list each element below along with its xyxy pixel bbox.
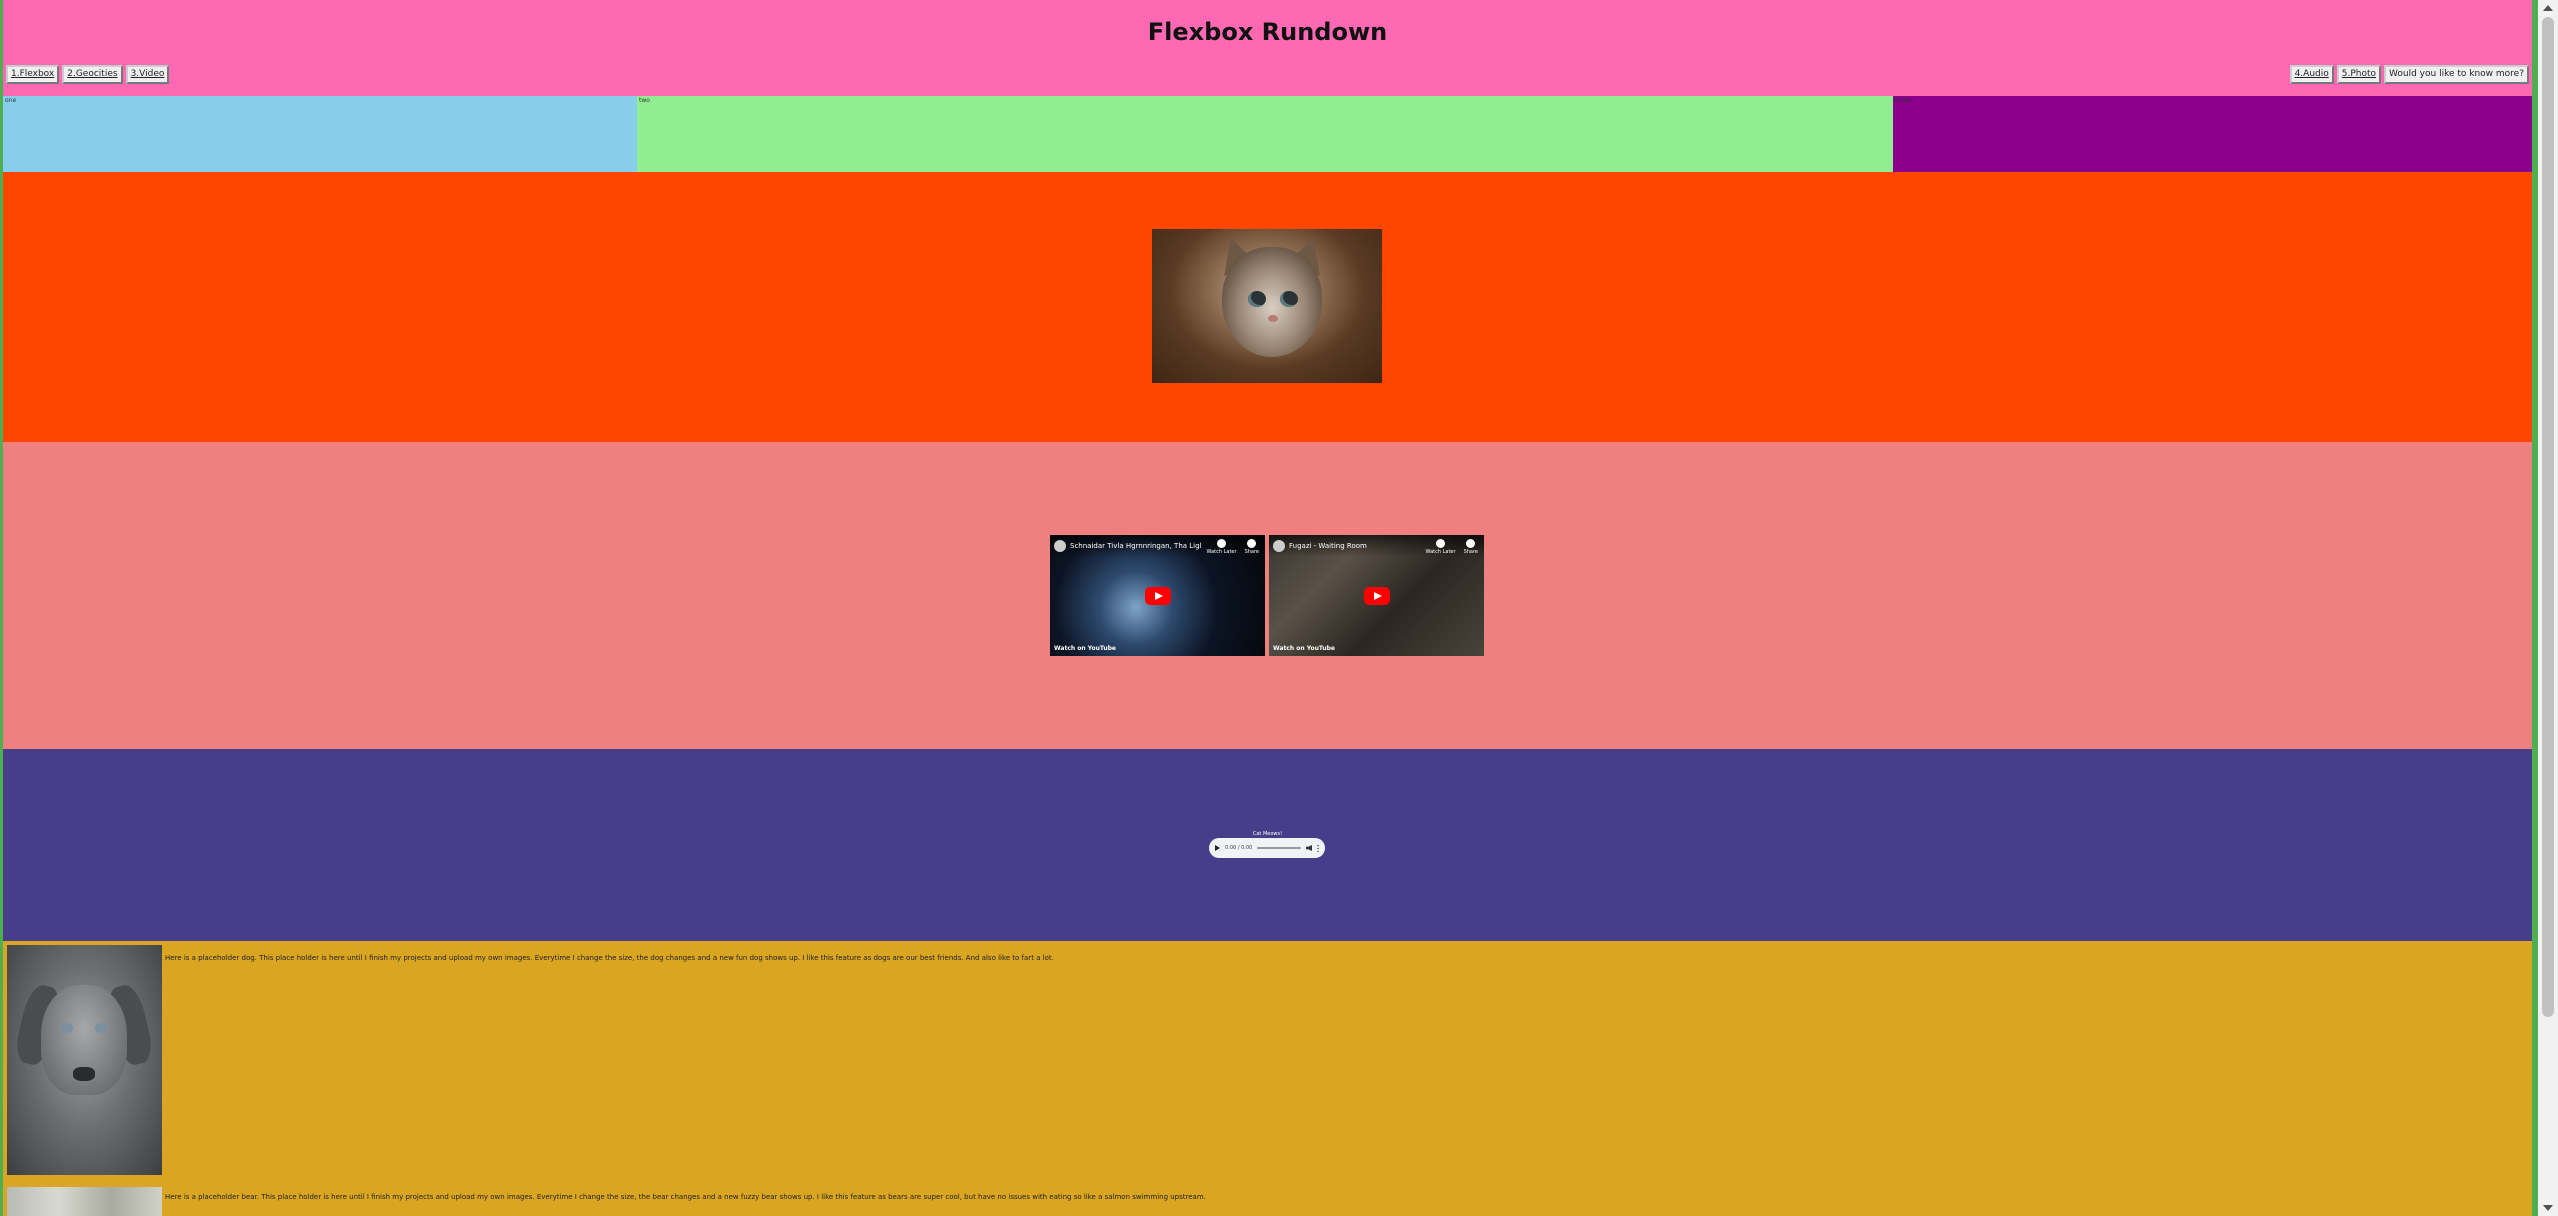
page: Flexbox Rundown 1.Flexbox 2.Geocities 3.…	[3, 0, 2532, 1216]
share-icon	[1247, 539, 1257, 548]
vertical-scrollbar[interactable]	[2538, 0, 2558, 1216]
nav-button-video[interactable]: 3.Video	[125, 65, 170, 84]
share-icon	[1466, 539, 1476, 548]
color-box-label: one	[5, 97, 17, 104]
color-box-label: three	[1895, 97, 1911, 104]
scroll-down-icon[interactable]	[2543, 1205, 2553, 1211]
bear-image	[7, 1187, 162, 1216]
color-box-two: two	[637, 96, 1893, 172]
image-section	[3, 172, 2532, 442]
nav-button-flexbox[interactable]: 1.Flexbox	[6, 65, 60, 84]
scrollbar-thumb[interactable]	[2542, 17, 2554, 1017]
know-more-button[interactable]: Would you like to know more?	[2384, 65, 2529, 84]
nav-button-photo[interactable]: 5.Photo	[2336, 65, 2382, 84]
nav-right: 4.Audio 5.Photo Would you like to know m…	[2289, 65, 2529, 84]
channel-avatar-icon	[1054, 540, 1066, 552]
volume-icon[interactable]	[1306, 845, 1312, 851]
scroll-up-icon[interactable]	[2543, 5, 2553, 11]
color-box-one: one	[3, 96, 637, 172]
video-embed[interactable]: Fugazi - Waiting Room Watch Later Share …	[1269, 535, 1484, 656]
share-button[interactable]: Share	[1245, 539, 1259, 555]
audio-caption: Cat Meows!	[1252, 831, 1283, 837]
video-embed[interactable]: Schnaidar Tivla Hgrnnringan, Tha Ligl Wa…	[1050, 535, 1265, 656]
article-section: Here is a placeholder dog. This place ho…	[3, 941, 2532, 1216]
watch-later-button[interactable]: Watch Later	[1206, 539, 1237, 555]
video-title[interactable]: Schnaidar Tivla Hgrnnringan, Tha Ligl	[1070, 542, 1202, 550]
audio-section: Cat Meows! 0:00 / 0:00	[3, 749, 2532, 941]
video-title[interactable]: Fugazi - Waiting Room	[1289, 542, 1367, 550]
play-icon[interactable]	[1363, 586, 1390, 605]
list-item: Here is a placeholder dog. This place ho…	[7, 945, 1054, 1175]
article-text: Here is a placeholder dog. This place ho…	[165, 954, 1054, 962]
color-box-three: three	[1893, 96, 2532, 172]
clock-icon	[1436, 539, 1445, 548]
watch-on-youtube[interactable]: Watch on YouTube	[1273, 645, 1335, 652]
page-title: Flexbox Rundown	[1147, 18, 1388, 46]
share-button[interactable]: Share	[1464, 539, 1478, 555]
color-row: one two three	[3, 96, 2532, 172]
video-section: Schnaidar Tivla Hgrnnringan, Tha Ligl Wa…	[3, 442, 2532, 749]
play-icon[interactable]	[1144, 586, 1171, 605]
kitten-image	[1152, 229, 1382, 383]
video-row: Schnaidar Tivla Hgrnnringan, Tha Ligl Wa…	[1050, 535, 1484, 656]
audio-player[interactable]: 0:00 / 0:00	[1209, 838, 1325, 858]
play-icon[interactable]	[1215, 845, 1220, 851]
article-text: Here is a placeholder bear. This place h…	[165, 1193, 1206, 1201]
nav-button-geocities[interactable]: 2.Geocities	[62, 65, 123, 84]
audio-progress-slider[interactable]	[1257, 847, 1301, 849]
list-item: Here is a placeholder bear. This place h…	[7, 1187, 1206, 1216]
nav-left: 1.Flexbox 2.Geocities 3.Video	[6, 65, 170, 84]
watch-later-button[interactable]: Watch Later	[1425, 539, 1456, 555]
header: Flexbox Rundown 1.Flexbox 2.Geocities 3.…	[3, 0, 2532, 96]
color-box-label: two	[639, 97, 650, 104]
audio-time: 0:00 / 0:00	[1225, 845, 1253, 851]
channel-avatar-icon	[1273, 540, 1285, 552]
watch-on-youtube[interactable]: Watch on YouTube	[1054, 645, 1116, 652]
more-options-icon[interactable]	[1317, 844, 1319, 852]
nav-button-audio[interactable]: 4.Audio	[2289, 65, 2334, 84]
clock-icon	[1217, 539, 1226, 548]
dog-image	[7, 945, 162, 1175]
